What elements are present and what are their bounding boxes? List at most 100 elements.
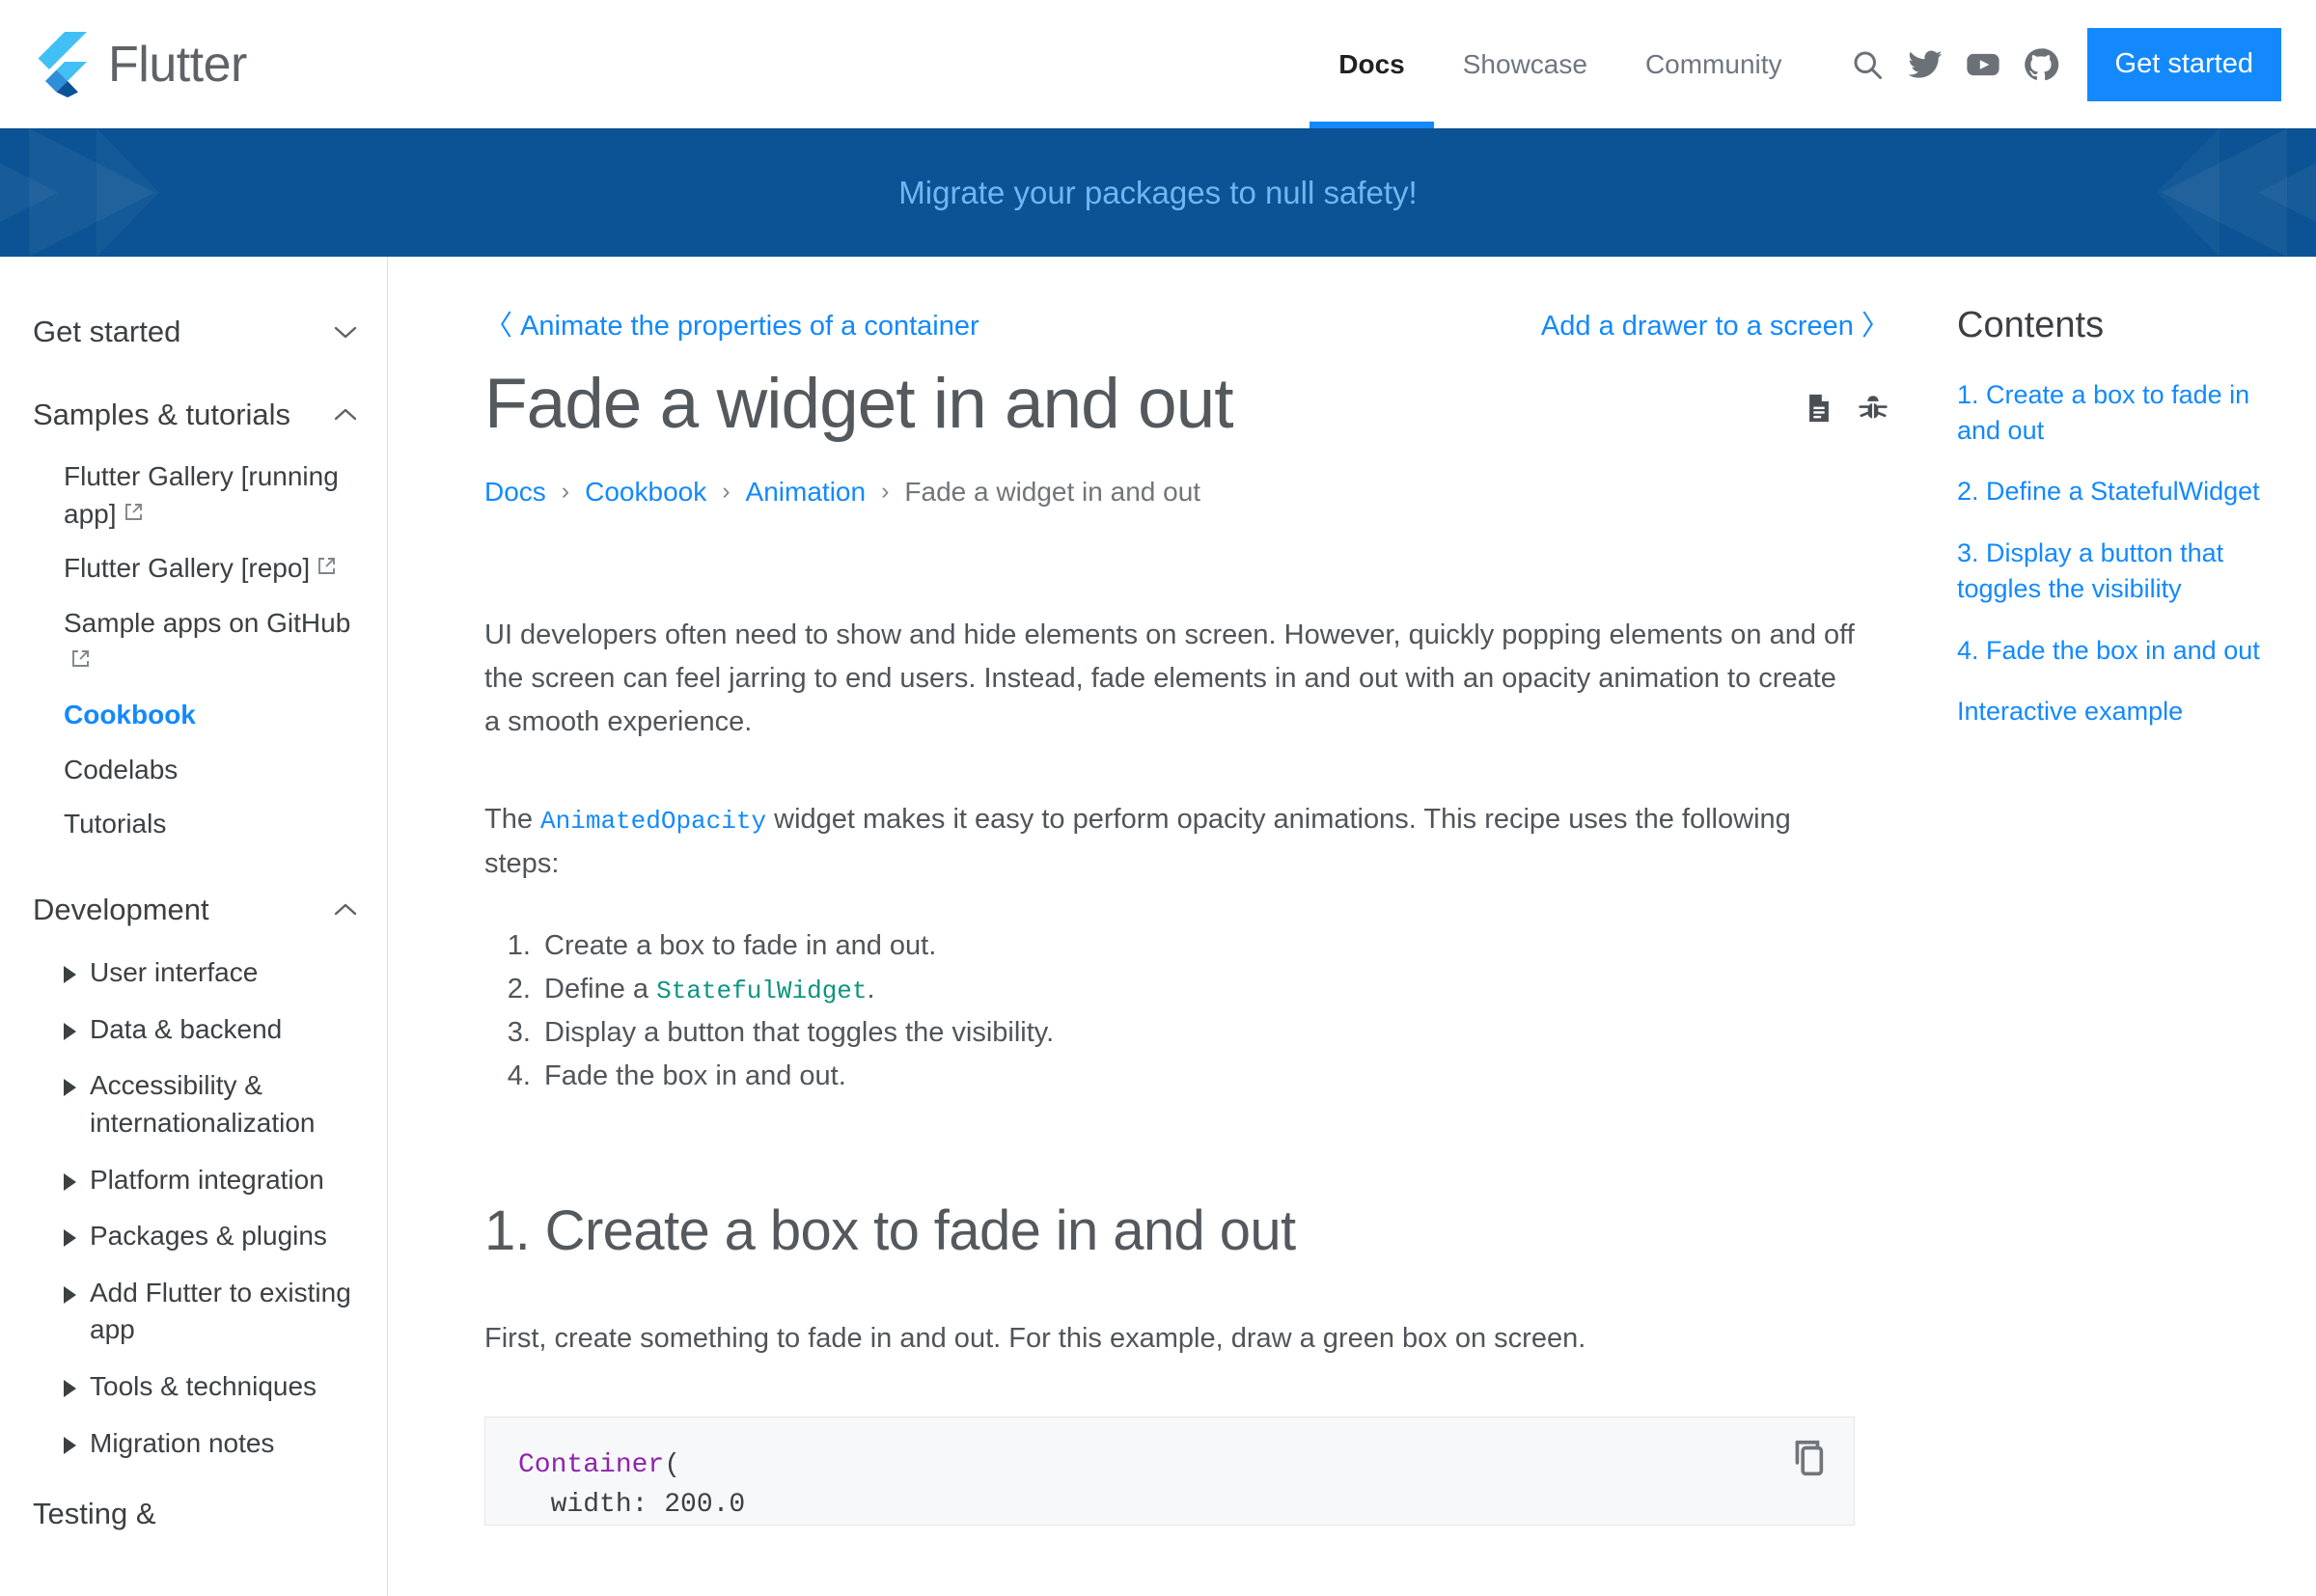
banner-chevron-right-decoration: [1998, 128, 2316, 257]
code-line1-rest: (: [664, 1449, 681, 1480]
site-header: Flutter Docs Showcase Community Get star…: [0, 0, 2316, 128]
step-text: Display a button that toggles the visibi…: [544, 1016, 1055, 1048]
animated-opacity-code-link[interactable]: AnimatedOpacity: [540, 807, 766, 836]
chevron-right-icon: 〉: [1861, 311, 1889, 342]
code-content: Container( width: 200.0: [518, 1446, 1821, 1525]
brand-logo-link[interactable]: Flutter: [33, 31, 247, 97]
get-started-button[interactable]: Get started: [2086, 27, 2281, 101]
copy-icon[interactable]: [1784, 1437, 1829, 1481]
external-link-icon: [317, 556, 337, 576]
intro-paragraph-2: The AnimatedOpacity widget makes it easy…: [484, 798, 1855, 885]
sidebar-item-migration-notes[interactable]: Migration notes: [64, 1416, 358, 1472]
breadcrumb-separator-icon: ›: [722, 478, 731, 506]
chevron-left-icon: 〈: [484, 311, 513, 342]
intro-p2-before: The: [484, 804, 541, 836]
prev-page-link[interactable]: 〈 Animate the properties of a container: [484, 303, 979, 344]
nav-item-showcase[interactable]: Showcase: [1434, 0, 1616, 128]
caret-right-icon: [64, 1022, 76, 1040]
breadcrumb: Docs › Cookbook › Animation › Fade a wid…: [484, 477, 1889, 508]
youtube-icon[interactable]: [1962, 43, 2004, 86]
table-of-contents: Contents 1. Create a box to fade in and …: [1957, 257, 2316, 1596]
sidebar-item-label: Data & backend: [90, 1013, 283, 1044]
promo-banner: Migrate your packages to null safety!: [0, 128, 2316, 257]
header-icon-group: [1811, 43, 2087, 86]
sidebar-group-get-started[interactable]: Get started: [33, 307, 358, 357]
prev-page-label: Animate the properties of a container: [520, 311, 979, 342]
caret-right-icon: [64, 1229, 76, 1248]
sidebar-item-platform-integration[interactable]: Platform integration: [64, 1152, 358, 1209]
steps-list: Create a box to fade in and out. Define …: [484, 924, 1889, 1098]
prev-next-nav: 〈 Animate the properties of a container …: [484, 303, 1889, 344]
nav-item-community[interactable]: Community: [1616, 0, 1811, 128]
twitter-icon[interactable]: [1904, 43, 1946, 86]
sidebar-item-accessibility-internationalization[interactable]: Accessibility & internationalization: [64, 1058, 358, 1151]
bug-icon[interactable]: [1857, 392, 1889, 425]
sidebar-item-flutter-gallery-repo[interactable]: Flutter Gallery [repo]: [64, 541, 358, 596]
toc-link-4[interactable]: 4. Fade the box in and out: [1957, 633, 2272, 669]
sidebar-group-label: Samples & tutorials: [33, 398, 291, 431]
step-tail: .: [867, 973, 875, 1004]
breadcrumb-item-docs[interactable]: Docs: [484, 477, 546, 508]
page-title: Fade a widget in and out: [484, 365, 1234, 443]
sidebar-group-samples-tutorials[interactable]: Samples & tutorials: [33, 390, 358, 440]
sidebar-item-label: Sample apps on GitHub: [64, 607, 351, 638]
code-block: Container( width: 200.0: [484, 1416, 1855, 1527]
sidebar-item-sample-apps-on-github[interactable]: Sample apps on GitHub: [64, 596, 358, 688]
toc-link-1[interactable]: 1. Create a box to fade in and out: [1957, 377, 2272, 448]
list-item: Display a button that toggles the visibi…: [538, 1011, 1889, 1055]
stateful-widget-code: StatefulWidget: [656, 976, 868, 1005]
section-heading-1: 1. Create a box to fade in and out: [484, 1198, 1296, 1262]
step-text: Create a box to fade in and out.: [544, 929, 937, 961]
sidebar-item-label: Migration notes: [90, 1427, 275, 1458]
sidebar-group-development[interactable]: Development: [33, 885, 358, 935]
sidebar-item-add-flutter-to-existing-app[interactable]: Add Flutter to existing app: [64, 1265, 358, 1359]
sidebar-group-testing[interactable]: Testing &: [33, 1489, 358, 1539]
banner-link[interactable]: Migrate your packages to null safety!: [898, 175, 1417, 211]
document-icon[interactable]: [1803, 392, 1835, 425]
sidebar-item-label: Accessibility & internationalization: [90, 1070, 316, 1138]
list-item: Define a StatefulWidget.: [538, 968, 1889, 1011]
section-paragraph: First, create something to fade in and o…: [484, 1322, 1586, 1354]
list-item: Create a box to fade in and out.: [538, 924, 1889, 968]
sidebar-item-tools-techniques[interactable]: Tools & techniques: [64, 1359, 358, 1416]
brand-name: Flutter: [108, 36, 247, 93]
sidebar-item-codelabs[interactable]: Codelabs: [64, 743, 358, 798]
main-navigation: Docs Showcase Community Get started: [1310, 0, 2316, 128]
sidebar-item-user-interface[interactable]: User interface: [64, 945, 358, 1002]
nav-item-docs[interactable]: Docs: [1310, 0, 1435, 128]
sidebar-group-label: Development: [33, 893, 209, 926]
nav-links: Docs Showcase Community: [1310, 0, 1810, 128]
caret-right-icon: [64, 1285, 76, 1304]
sidebar-item-cookbook[interactable]: Cookbook: [64, 688, 358, 743]
next-page-link[interactable]: Add a drawer to a screen 〉: [1541, 303, 1889, 344]
step-text: Fade the box in and out.: [544, 1059, 846, 1091]
banner-chevron-left-decoration: [0, 128, 318, 257]
sidebar-item-label: Tools & techniques: [90, 1371, 317, 1401]
sidebar-item-tutorials[interactable]: Tutorials: [64, 797, 358, 852]
caret-right-icon: [64, 1436, 76, 1454]
breadcrumb-item-animation[interactable]: Animation: [746, 477, 867, 508]
list-item: Fade the box in and out.: [538, 1055, 1889, 1098]
toc-link-3[interactable]: 3. Display a button that toggles the vis…: [1957, 536, 2272, 606]
sidebar-item-flutter-gallery-running-app[interactable]: Flutter Gallery [running app]: [64, 450, 358, 541]
breadcrumb-item-current: Fade a widget in and out: [904, 476, 1201, 507]
sidebar-item-label: Add Flutter to existing app: [90, 1277, 351, 1345]
sidebar-item-data-backend[interactable]: Data & backend: [64, 1002, 358, 1059]
github-icon[interactable]: [2020, 43, 2062, 86]
external-link-icon: [70, 648, 91, 669]
sidebar-group-label: Testing &: [33, 1497, 156, 1531]
left-sidebar: Get started Samples & tutorials Flutter …: [0, 257, 388, 1596]
search-icon[interactable]: [1846, 43, 1889, 86]
caret-right-icon: [64, 1380, 76, 1397]
toc-title: Contents: [1957, 305, 2105, 345]
sidebar-group-label: Get started: [33, 315, 181, 348]
caret-right-icon: [64, 1172, 76, 1191]
toc-link-2[interactable]: 2. Define a StatefulWidget: [1957, 474, 2272, 509]
chevron-up-icon: [333, 902, 358, 918]
toc-link-interactive-example[interactable]: Interactive example: [1957, 694, 2272, 729]
sidebar-sublist-development: User interface Data & backend Accessibil…: [33, 935, 358, 1472]
sidebar-item-packages-plugins[interactable]: Packages & plugins: [64, 1208, 358, 1265]
breadcrumb-item-cookbook[interactable]: Cookbook: [585, 477, 706, 508]
